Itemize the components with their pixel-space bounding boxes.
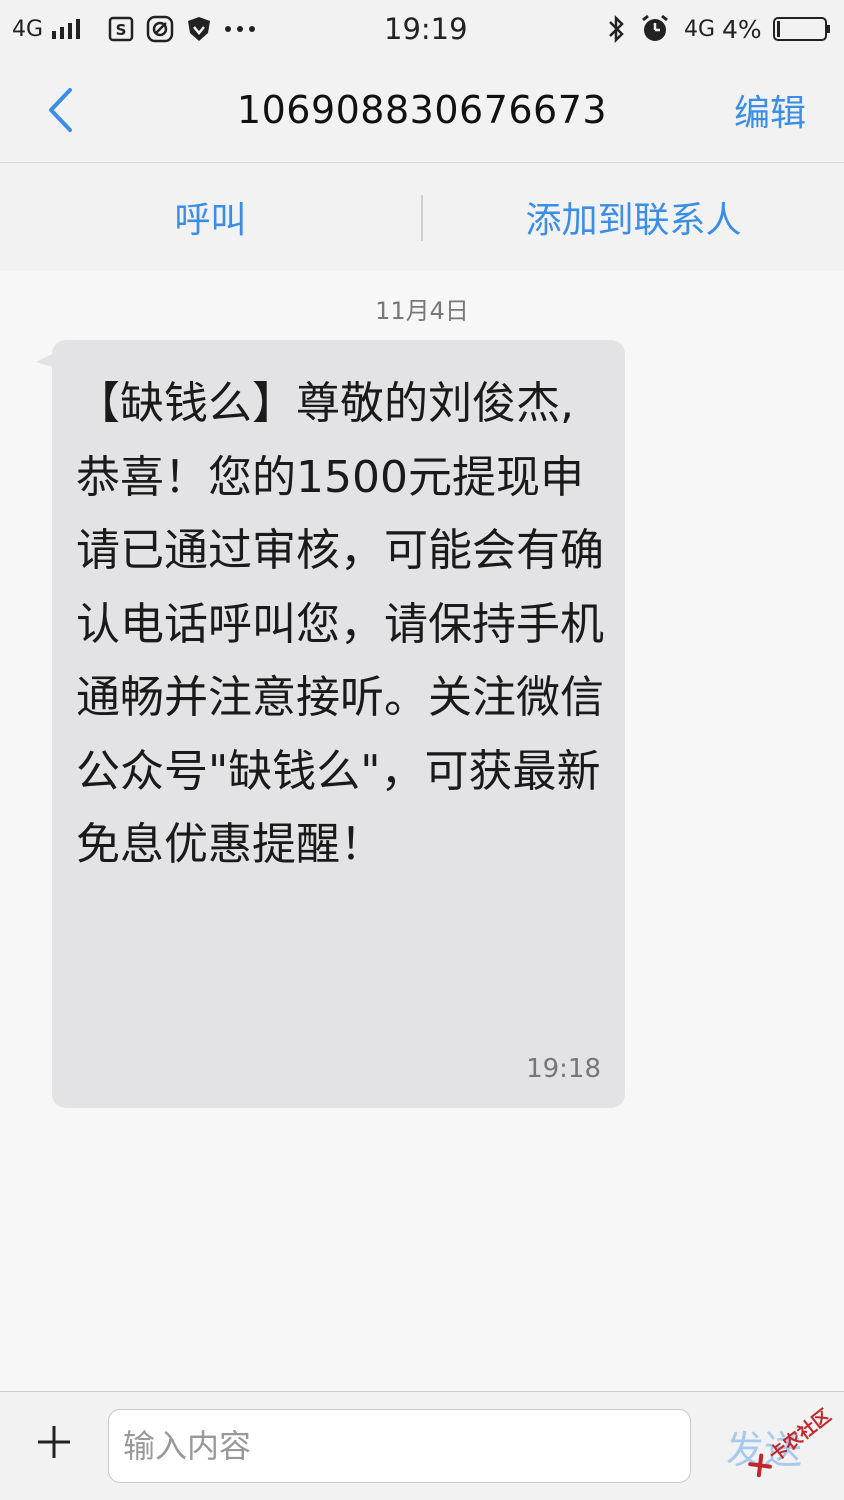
conversation-title: 106908830676673 xyxy=(236,88,608,132)
add-to-contacts-button[interactable]: 添加到联系人 xyxy=(423,163,844,271)
vpn-shield-icon xyxy=(186,0,212,58)
composer-bar: 发送 xyxy=(0,1391,844,1500)
sms-conversation-screen: 4G S 19:19 4G 4% 106908830676673 编辑 呼叫 添… xyxy=(0,0,844,1500)
bluetooth-icon xyxy=(606,0,626,58)
message-text: 【缺钱么】尊敬的刘俊杰,恭喜！您的1500元提现申请已通过审核，可能会有确认电话… xyxy=(76,378,604,870)
message-input[interactable] xyxy=(108,1409,691,1483)
status-bar: 4G S 19:19 4G 4% xyxy=(0,0,844,58)
alarm-icon xyxy=(640,0,670,58)
signal-icon xyxy=(50,0,86,58)
message-list[interactable]: 11月4日 【缺钱么】尊敬的刘俊杰,恭喜！您的1500元提现申请已通过审核，可能… xyxy=(0,271,844,1391)
network-type-left: 4G xyxy=(12,16,44,42)
battery-icon xyxy=(772,0,832,58)
sim-card-icon: S xyxy=(108,0,134,58)
conversation-header: 106908830676673 编辑 xyxy=(0,58,844,163)
date-separator: 11月4日 xyxy=(375,297,469,325)
status-time: 19:19 xyxy=(384,12,468,46)
more-dots-icon xyxy=(224,0,256,58)
network-type-right: 4G xyxy=(684,16,716,42)
edit-button[interactable]: 编辑 xyxy=(734,58,806,162)
plus-icon xyxy=(38,1426,70,1458)
notification-app-icon xyxy=(146,0,174,58)
message-time: 19:18 xyxy=(526,1054,601,1084)
incoming-message-bubble[interactable]: 【缺钱么】尊敬的刘俊杰,恭喜！您的1500元提现申请已通过审核，可能会有确认电话… xyxy=(52,340,625,1108)
call-button[interactable]: 呼叫 xyxy=(0,163,421,271)
contact-action-bar: 呼叫 添加到联系人 xyxy=(0,163,844,271)
battery-percent: 4% xyxy=(722,14,762,44)
send-button[interactable]: 发送 xyxy=(726,1409,802,1483)
svg-text:S: S xyxy=(116,21,127,39)
attach-button[interactable] xyxy=(32,1420,76,1464)
